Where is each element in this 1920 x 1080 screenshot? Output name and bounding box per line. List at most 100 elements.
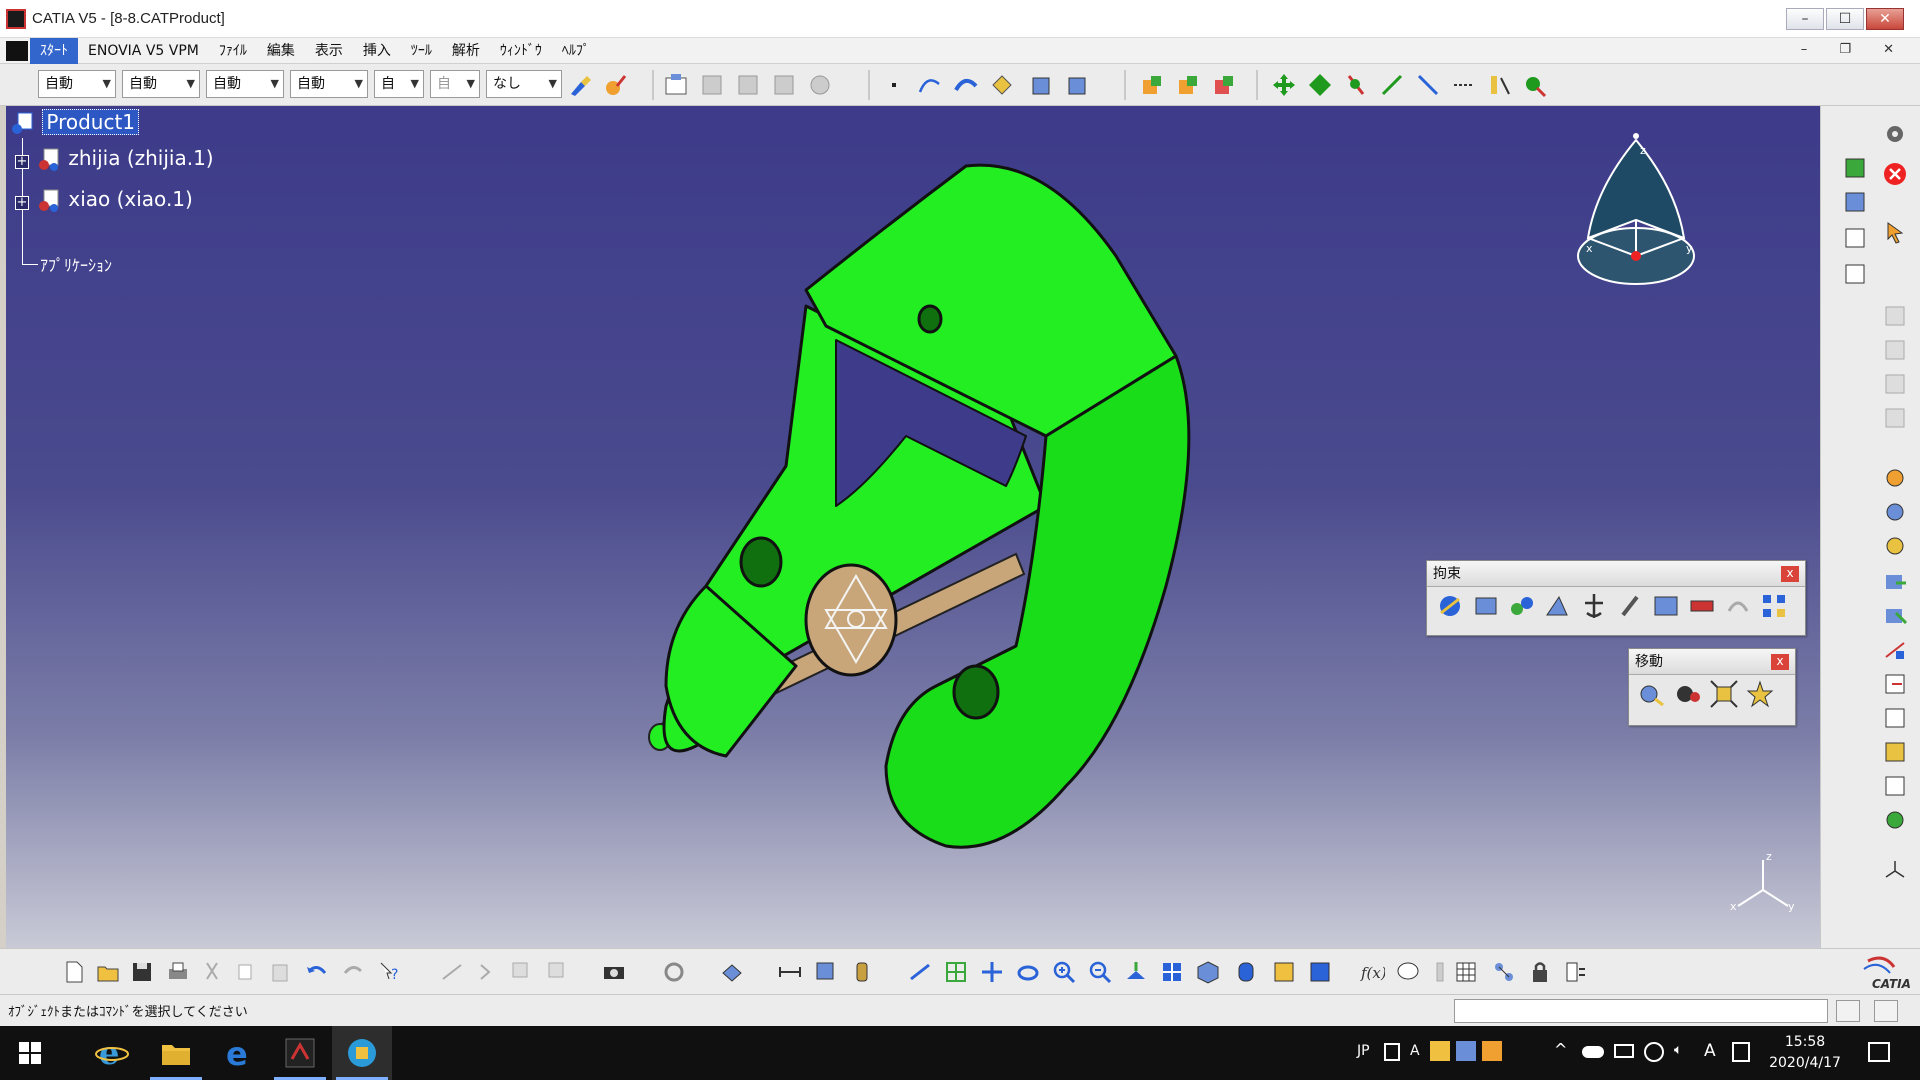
screen-recorder-icon[interactable] — [332, 1026, 392, 1080]
file-explorer-icon[interactable] — [146, 1026, 206, 1080]
volume-icon[interactable]: 🔈︎ — [1674, 1042, 1682, 1058]
open-folder-icon[interactable] — [94, 958, 122, 986]
explode-icon[interactable] — [1028, 71, 1056, 99]
multi-view-icon[interactable] — [1158, 958, 1186, 986]
notification-status-icon[interactable] — [1732, 1042, 1750, 1062]
menu-item-3[interactable]: 編集 — [257, 38, 305, 64]
action-center-icon[interactable] — [1868, 1042, 1890, 1062]
mass-icon[interactable] — [848, 958, 876, 986]
catalog-browser-icon[interactable] — [662, 71, 690, 99]
design-mode-icon[interactable] — [438, 958, 466, 986]
ime-dictionary-icon[interactable] — [1430, 1041, 1450, 1061]
curve-icon[interactable] — [916, 71, 944, 99]
table-icon[interactable] — [1452, 958, 1480, 986]
spec-tree-icon[interactable] — [1841, 224, 1869, 252]
fix-component-icon[interactable] — [1579, 591, 1609, 625]
axis-system-icon[interactable] — [1881, 856, 1909, 884]
menu-item-4[interactable]: 表示 — [305, 38, 353, 64]
whats-this-icon[interactable]: ? — [376, 958, 404, 986]
design-table-icon[interactable] — [1490, 958, 1518, 986]
manipulate-icon[interactable] — [1637, 679, 1667, 713]
select-arrow-icon[interactable] — [1881, 218, 1909, 246]
command-options-button[interactable] — [1874, 1000, 1898, 1022]
start-button[interactable] — [0, 1026, 60, 1080]
sectioning-icon[interactable] — [718, 958, 746, 986]
visualization-mode-icon[interactable] — [474, 958, 502, 986]
undo-icon[interactable] — [302, 958, 330, 986]
color-combo[interactable]: 自動 ▼ — [38, 70, 116, 98]
line-type-combo[interactable]: 自動 ▼ — [290, 70, 368, 98]
view-disabled-2-icon[interactable] — [1881, 336, 1909, 364]
parameter-icon[interactable] — [1426, 958, 1454, 986]
graph-tree-reordering-icon[interactable] — [1881, 602, 1909, 630]
normal-view-icon[interactable] — [1122, 958, 1150, 986]
flexible-rigid-subassembly-icon[interactable] — [1687, 591, 1717, 625]
ime-language[interactable]: JP — [1357, 1043, 1370, 1059]
angle-constraint-icon[interactable] — [1543, 591, 1573, 625]
generate-numbering-right-icon[interactable] — [1881, 636, 1909, 664]
onedrive-icon[interactable] — [1582, 1046, 1604, 1058]
gear-product-icon[interactable] — [1881, 464, 1909, 492]
explode-move-icon[interactable] — [1709, 679, 1739, 713]
components-icon[interactable] — [1841, 188, 1869, 216]
edge-browser-icon[interactable]: e — [208, 1026, 268, 1080]
transparency-combo[interactable]: 自動 ▼ — [122, 70, 200, 98]
multi-instantiation-icon[interactable] — [806, 71, 834, 99]
ime-mode[interactable]: A — [1410, 1043, 1420, 1059]
reorder-icon[interactable] — [698, 71, 726, 99]
line-width-combo[interactable]: 自動 ▼ — [206, 70, 284, 98]
lock-icon[interactable] — [1526, 958, 1554, 986]
update-icon[interactable] — [660, 958, 688, 986]
redo-icon[interactable] — [340, 958, 368, 986]
point-symbol-combo[interactable]: 自 ▼ — [374, 70, 424, 98]
print-icon[interactable] — [164, 958, 192, 986]
menu-item-9[interactable]: ﾍﾙﾌﾟ — [552, 38, 600, 64]
ime-tools-icon[interactable] — [1482, 1041, 1502, 1061]
tree-expand-icon[interactable] — [1841, 260, 1869, 288]
menu-item-2[interactable]: ﾌｧｲﾙ — [209, 38, 257, 64]
plane-icon[interactable] — [988, 71, 1016, 99]
change-constraint-icon[interactable] — [1723, 591, 1753, 625]
fit-all-in-icon[interactable] — [942, 958, 970, 986]
clash-analysis-icon[interactable] — [1064, 71, 1092, 99]
replace-component-icon[interactable] — [1881, 568, 1909, 596]
smart-move-icon[interactable] — [1342, 71, 1370, 99]
multi-instantiation-right-icon[interactable] — [1881, 738, 1909, 766]
compass-widget[interactable]: z x y — [1566, 128, 1706, 288]
close-button[interactable]: ✕ — [1866, 8, 1904, 30]
gear-part-icon[interactable] — [1881, 498, 1909, 526]
snap-icon[interactable] — [1306, 71, 1334, 99]
paste-icon[interactable] — [266, 958, 294, 986]
menu-item-7[interactable]: 解析 — [442, 38, 490, 64]
constraint-toolbar[interactable]: 拘束 x — [1426, 560, 1806, 636]
minimize-button[interactable]: – — [1786, 8, 1824, 30]
multi-doc-icon[interactable] — [544, 958, 572, 986]
insert-new-component-icon[interactable] — [1138, 71, 1166, 99]
input-language-indicator[interactable]: A — [1704, 1041, 1716, 1061]
pan-icon[interactable] — [978, 958, 1006, 986]
3d-viewport[interactable]: Product1 + zhijia (zhijia.1) + xiao (xia… — [6, 106, 1820, 948]
measure-between-icon[interactable] — [1450, 71, 1478, 99]
hide-show-icon[interactable] — [1270, 958, 1298, 986]
layer-combo[interactable]: なし ▼ — [486, 70, 562, 98]
document-window-controls[interactable]: – ❐ ✕ — [1801, 42, 1908, 57]
taskbar-clock[interactable]: 15:58 2020/4/17 — [1760, 1032, 1850, 1074]
manipulation-icon[interactable] — [1270, 71, 1298, 99]
formula-icon[interactable]: f(x) — [1358, 958, 1386, 986]
copy-icon[interactable] — [232, 958, 260, 986]
fast-multi-instantiation-icon[interactable] — [1881, 772, 1909, 800]
view-disabled-4-icon[interactable] — [1881, 404, 1909, 432]
mass-properties-icon[interactable] — [734, 71, 762, 99]
search-icon[interactable] — [508, 958, 536, 986]
offset-constraint-icon[interactable] — [1507, 591, 1537, 625]
move-toolbar[interactable]: 移動 x — [1628, 648, 1796, 726]
render-style-combo[interactable]: 自 ▼ — [430, 70, 480, 98]
gear-existing-icon[interactable] — [1881, 532, 1909, 560]
reuse-pattern-icon[interactable] — [1759, 591, 1789, 625]
catia-taskbar-icon[interactable] — [270, 1026, 330, 1080]
new-file-icon[interactable] — [60, 958, 88, 986]
document-icon[interactable] — [6, 41, 28, 61]
show-hidden-icons-chevron-icon[interactable]: ^ — [1554, 1040, 1567, 1059]
menu-item-1[interactable]: ENOVIA V5 VPM — [78, 38, 209, 64]
define-multi-instantiation-icon[interactable] — [1881, 806, 1909, 834]
